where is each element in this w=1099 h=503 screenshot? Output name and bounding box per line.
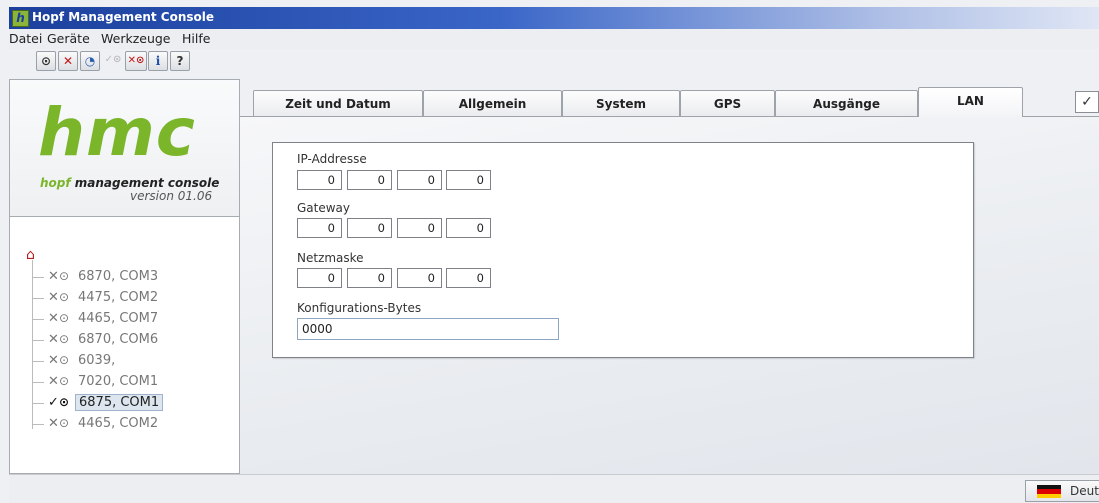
status-icon: ✕: [48, 374, 59, 389]
clock-icon: ⊙: [59, 290, 70, 304]
menu-bar: Datei Geräte Werkzeuge Hilfe: [9, 29, 1099, 49]
gateway-octet-4[interactable]: 0: [446, 218, 491, 238]
status-icon: ✕: [48, 269, 59, 284]
ip-octet-4[interactable]: 0: [446, 170, 491, 190]
disconnect-all-icon[interactable]: ✕⊙: [125, 51, 147, 71]
apply-button[interactable]: ✓: [1075, 91, 1099, 113]
version-label: version 01.06: [130, 189, 213, 203]
help-icon[interactable]: ?: [170, 51, 190, 71]
status-icon: ✕: [48, 290, 59, 305]
clock-icon: ⊙: [59, 353, 70, 367]
clock-icon: ⊙: [59, 416, 70, 430]
tree-item-label: 4475, COM2: [78, 290, 159, 305]
ip-octet-3[interactable]: 0: [397, 170, 442, 190]
refresh-icon[interactable]: ◔: [80, 51, 100, 71]
gateway-octet-1[interactable]: 0: [297, 218, 342, 238]
brand-subtitle: hopf management console: [40, 176, 220, 190]
status-icon: ✕: [48, 353, 59, 368]
menu-geraete[interactable]: Geräte: [47, 31, 90, 46]
clock-icon: ⊙: [59, 311, 70, 325]
tab-gps[interactable]: GPS: [680, 90, 775, 117]
tab-allgemein[interactable]: Allgemein: [423, 90, 562, 117]
disconnect-icon[interactable]: ✕: [58, 51, 78, 71]
tree-item-label: 6039,: [78, 353, 116, 368]
app-logo-icon: h: [12, 10, 29, 27]
ip-label: IP-Addresse: [297, 152, 367, 166]
tab-underline: [1023, 116, 1099, 117]
language-label: Deut: [1070, 484, 1099, 498]
gateway-label: Gateway: [297, 201, 351, 215]
tab-underline: [240, 116, 918, 117]
netmask-octet-3[interactable]: 0: [397, 268, 442, 288]
tree-item-label: 6870, COM3: [78, 269, 159, 284]
tree-item-label: 4465, COM2: [78, 416, 159, 431]
status-bar: [9, 474, 1099, 503]
netmask-octet-4[interactable]: 0: [446, 268, 491, 288]
status-icon: ✓: [48, 395, 59, 410]
tab-bar: Zeit und Datum Allgemein System GPS Ausg…: [240, 87, 1099, 117]
german-flag-icon: [1037, 485, 1061, 498]
title-bar: h Hopf Management Console: [9, 7, 1099, 29]
menu-werkzeuge[interactable]: Werkzeuge: [101, 31, 171, 46]
status-icon: ✕: [48, 416, 59, 431]
info-icon[interactable]: i: [148, 51, 168, 71]
config-bytes-field[interactable]: 0000: [297, 318, 559, 340]
left-pane: hmc hopf management console version 01.0…: [9, 79, 240, 474]
language-button[interactable]: Deut: [1025, 480, 1099, 502]
tab-lan[interactable]: LAN: [918, 87, 1023, 117]
netmask-octet-1[interactable]: 0: [297, 268, 342, 288]
status-icon: ✕: [48, 311, 59, 326]
tree-item-label: 7020, COM1: [78, 374, 159, 389]
brand-panel: hmc hopf management console version 01.0…: [10, 80, 239, 217]
clock-icon: ⊙: [59, 374, 70, 388]
clock-icon: ⊙: [59, 269, 70, 283]
gateway-octet-2[interactable]: 0: [347, 218, 392, 238]
tree-item-label: 6875, COM1: [75, 394, 164, 411]
lan-panel: IP-Addresse 0 0 0 0 Gateway 0 0 0 0 Netz…: [272, 142, 974, 358]
tab-system[interactable]: System: [562, 90, 680, 117]
tree-item-label: 4465, COM7: [78, 311, 159, 326]
clock-icon[interactable]: ⊙: [36, 51, 56, 71]
ip-octet-2[interactable]: 0: [347, 170, 392, 190]
tab-ausgaenge[interactable]: Ausgänge: [775, 90, 918, 117]
config-bytes-label: Konfigurations-Bytes: [297, 301, 422, 315]
netmask-octet-2[interactable]: 0: [347, 268, 392, 288]
tree-item-label: 6870, COM6: [78, 332, 159, 347]
netmask-label: Netzmaske: [297, 251, 364, 265]
home-icon[interactable]: ⌂: [26, 247, 35, 263]
menu-datei[interactable]: Datei: [9, 31, 42, 46]
gateway-octet-3[interactable]: 0: [397, 218, 442, 238]
ip-octet-1[interactable]: 0: [297, 170, 342, 190]
clock-icon: ⊙: [59, 395, 70, 409]
hmc-logo: hmc: [38, 94, 196, 171]
menu-hilfe[interactable]: Hilfe: [182, 31, 210, 46]
tab-zeit-und-datum[interactable]: Zeit und Datum: [253, 90, 423, 117]
window-title: Hopf Management Console: [32, 10, 215, 24]
clock-icon: ⊙: [59, 332, 70, 346]
status-icon: ✕: [48, 332, 59, 347]
connect-disabled-icon: ✓⊙: [104, 54, 122, 65]
